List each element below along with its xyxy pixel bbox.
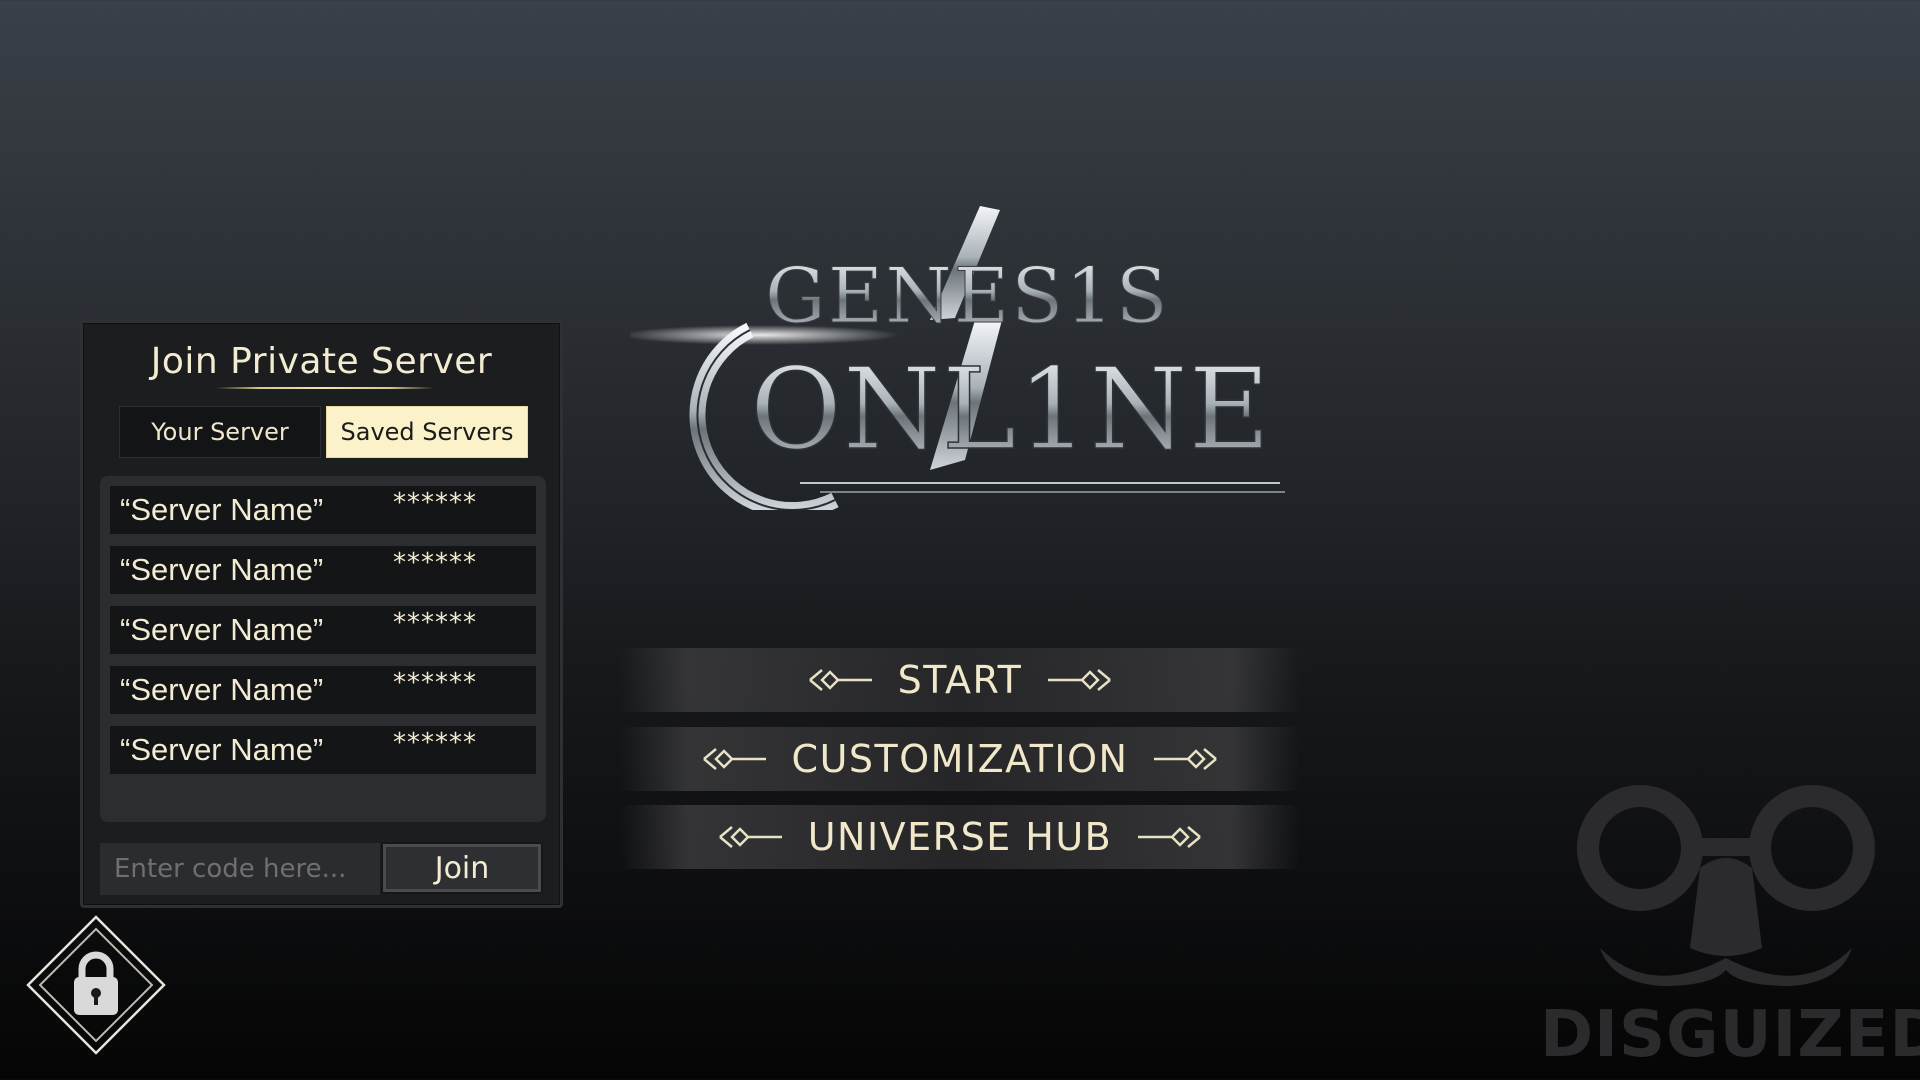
server-row[interactable]: “Server Name” ****** [110,606,536,654]
server-name: “Server Name” [120,612,324,647]
server-name: “Server Name” [120,732,324,767]
logo-line1: GENES1S [765,251,1170,340]
server-name: “Server Name” [120,552,324,587]
server-row[interactable]: “Server Name” ****** [110,726,536,774]
code-input[interactable] [100,843,380,895]
server-name: “Server Name” [120,672,324,707]
logo-line2: ONL1NE [750,345,1271,475]
tab-saved-servers[interactable]: Saved Servers [326,406,528,458]
server-code: ****** [393,608,477,638]
start-button[interactable]: START [620,648,1300,712]
private-server-panel: Join Private Server Your Server Saved Se… [80,320,563,908]
join-button[interactable]: Join [381,842,543,894]
customization-label: CUSTOMIZATION [791,737,1129,781]
universe-hub-button[interactable]: UNIVERSE HUB [620,805,1300,869]
ornament-right-icon [1048,669,1112,691]
watermark-text: DISGUIZED [1540,998,1920,1072]
tab-your-server[interactable]: Your Server [119,406,321,458]
game-logo: GENES1S ONL1NE [620,200,1290,518]
server-row[interactable]: “Server Name” ****** [110,486,536,534]
server-row[interactable]: “Server Name” ****** [110,546,536,594]
start-label: START [897,658,1023,702]
server-name: “Server Name” [120,492,324,527]
saved-server-list: “Server Name” ****** “Server Name” *****… [100,476,546,822]
ornament-left-icon [718,826,782,848]
server-code: ****** [393,548,477,578]
server-row[interactable]: “Server Name” ****** [110,666,536,714]
ornament-left-icon [702,748,766,770]
universe-hub-label: UNIVERSE HUB [807,815,1113,859]
ornament-right-icon [1154,748,1218,770]
ornament-right-icon [1138,826,1202,848]
panel-title: Join Private Server [150,341,493,382]
lock-button[interactable] [24,913,168,1057]
ornament-left-icon [808,669,872,691]
title-underline [216,387,434,389]
server-code: ****** [393,668,477,698]
server-code: ****** [393,488,477,518]
logo-graphic: GENES1S ONL1NE [620,206,1285,518]
padlock-icon [26,915,166,1055]
server-code: ****** [393,728,477,758]
customization-button[interactable]: CUSTOMIZATION [620,727,1300,791]
